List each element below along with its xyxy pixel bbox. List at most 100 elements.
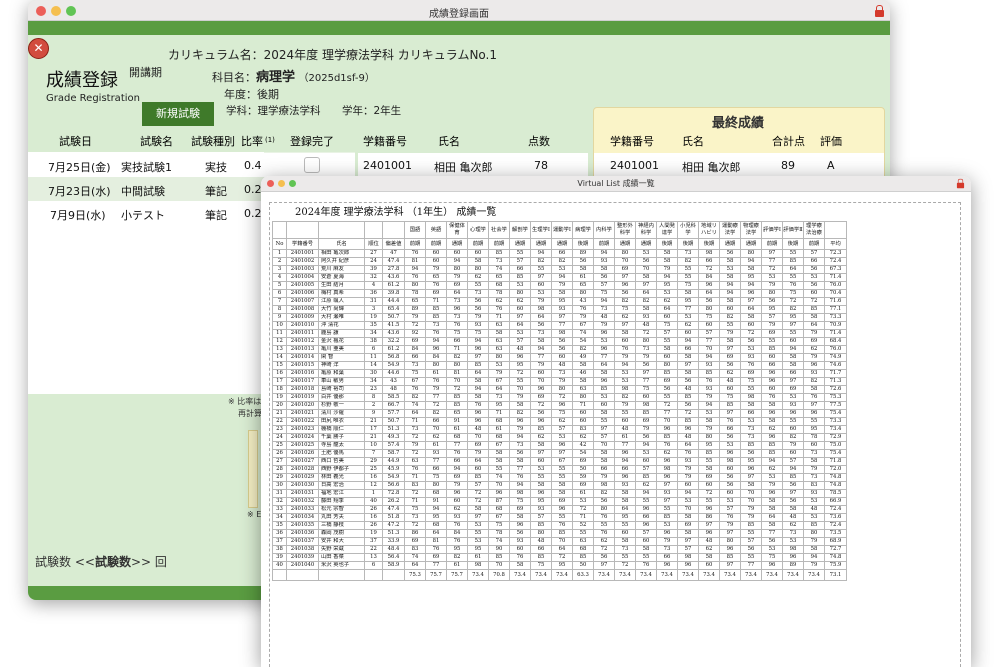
table-cell: 82 (572, 345, 594, 354)
table-cell: 58 (677, 289, 699, 298)
average-cell: 70.8 (488, 569, 510, 581)
table-cell: 6 (364, 345, 383, 354)
table-cell: 96 (698, 529, 720, 538)
table-cell: 荒川 麻友 (318, 265, 365, 274)
grade-label: 学年：2年生 (342, 105, 402, 117)
table-cell: 76 (782, 281, 804, 290)
table-cell: 98 (719, 457, 741, 466)
table-cell: 48 (551, 361, 573, 370)
table-cell: 72 (467, 489, 489, 498)
table-cell: 58 (572, 265, 594, 274)
table-cell: 85 (677, 393, 699, 402)
table-cell: 35 (272, 521, 287, 530)
table-cell: 55 (761, 337, 783, 346)
final-col-id: 学籍番号 (610, 135, 654, 148)
table-cell: 56 (719, 473, 741, 482)
final-student-name: 相田 亀次郎 (682, 161, 741, 174)
table-cell: 50.7 (382, 417, 405, 426)
table-cell: 95 (698, 441, 720, 450)
table-cell: 85 (551, 529, 573, 538)
table-cell: 71 (404, 417, 426, 426)
table-cell: 56 (551, 345, 573, 354)
subject-header: 病理学 (572, 221, 594, 239)
exam-row[interactable]: 7月9日(水) 小テスト 筆記 0.2 (28, 201, 264, 225)
table-cell: 白井 優那 (318, 393, 365, 402)
table-cell: 80 (530, 529, 552, 538)
table-cell: 48 (677, 385, 699, 394)
new-exam-button[interactable]: 新規試験 (142, 102, 214, 126)
table-cell: 55 (740, 385, 762, 394)
table-cell: 69 (467, 441, 489, 450)
table-cell: 60 (740, 321, 762, 330)
table-cell: 48.4 (382, 545, 405, 554)
table-cell: 72.4 (824, 505, 847, 514)
report-title-bar[interactable]: Virtual List 成績一覧 (261, 176, 971, 192)
table-cell: 43 (382, 377, 405, 386)
table-cell: 58 (572, 361, 594, 370)
table-cell: 64 (761, 513, 783, 522)
exam-row[interactable]: 7月25日(金) 実技試験1 実技 0.4 (28, 153, 355, 177)
close-form-button[interactable]: ✕ (28, 38, 49, 59)
table-cell: 福地 宏江 (318, 489, 365, 498)
table-cell: 神崎 洋 (318, 361, 365, 370)
table-cell: 96 (719, 545, 741, 554)
table-cell: 58 (719, 273, 741, 282)
table-cell: 89 (404, 305, 426, 314)
blank-header-cell (318, 221, 365, 239)
table-row: 7 2401007 江原 颯人 31 44.4 65 71 73 56 62 62 79 95 43 94 8… (272, 297, 847, 306)
table-cell: 95 (488, 401, 510, 410)
done-checkbox[interactable] (304, 157, 320, 173)
table-cell: 56 (782, 481, 804, 490)
table-cell: 77.1 (824, 305, 847, 314)
table-cell: 76 (719, 417, 741, 426)
exam-name: 小テスト (121, 209, 165, 222)
final-col-name: 氏名 (682, 135, 704, 148)
table-cell: 48 (530, 537, 552, 546)
side-card (248, 430, 258, 508)
table-cell: 2401038 (286, 545, 319, 554)
table-cell: 58 (782, 505, 804, 514)
table-row: 32 2401032 藤田 翔季 40 26.2 71 91 60 72 87 75 95 69 53 56… (272, 497, 847, 506)
table-cell: 35 (364, 321, 383, 330)
table-cell: 82 (530, 257, 552, 266)
ratio-note: ※ 比率は (228, 397, 262, 406)
table-cell: 94 (719, 281, 741, 290)
table-cell: 55 (614, 553, 636, 562)
title-bar[interactable]: 成績登録画面 (28, 0, 890, 21)
table-cell: 61 (614, 433, 636, 442)
period-header: 後期 (656, 238, 678, 250)
table-cell: 56 (803, 281, 825, 290)
table-cell: 79 (635, 425, 657, 434)
exam-count-value: 試験数 (94, 555, 131, 569)
table-cell: 79 (740, 513, 762, 522)
table-cell: 96 (614, 473, 636, 482)
table-cell: 70 (740, 489, 762, 498)
period-header: 前期 (404, 238, 426, 250)
table-cell: 85 (635, 473, 657, 482)
table-cell: 85 (530, 521, 552, 530)
table-cell: 沖 清花 (318, 321, 365, 330)
table-cell: 72 (761, 265, 783, 274)
table-cell: 50 (572, 561, 594, 570)
table-cell: 65 (404, 297, 426, 306)
table-cell: 53 (614, 377, 636, 386)
subject-header: 社会学 (488, 221, 510, 239)
table-row: 17 2401017 車山 敏男 34 43 67 76 70 58 67 55 70 79 58 96 53… (272, 377, 847, 386)
table-cell: 72 (698, 265, 720, 274)
table-cell: 98 (635, 401, 657, 410)
table-row: 22 2401022 田尻 唯衣 21 50.7 71 66 91 96 68 96 96 62 60 55… (272, 417, 847, 426)
table-cell: 60 (782, 337, 804, 346)
table-cell: 68.9 (824, 537, 847, 546)
table-cell: 19 (364, 529, 383, 538)
table-cell: 71 (404, 473, 426, 482)
table-cell: 57 (677, 545, 699, 554)
table-cell: 72 (530, 401, 552, 410)
table-cell: 2401009 (286, 313, 319, 322)
table-cell: 58.9 (382, 561, 405, 570)
table-cell: 94 (404, 265, 426, 274)
score-value[interactable]: 78 (534, 159, 548, 172)
exam-row[interactable]: 7月23日(水) 中間試験 筆記 0.2 (28, 177, 264, 201)
table-cell: 6 (364, 561, 383, 570)
student-score-row[interactable]: 2401001 相田 亀次郎 78 (358, 153, 588, 177)
table-cell: 72.3 (824, 249, 847, 258)
